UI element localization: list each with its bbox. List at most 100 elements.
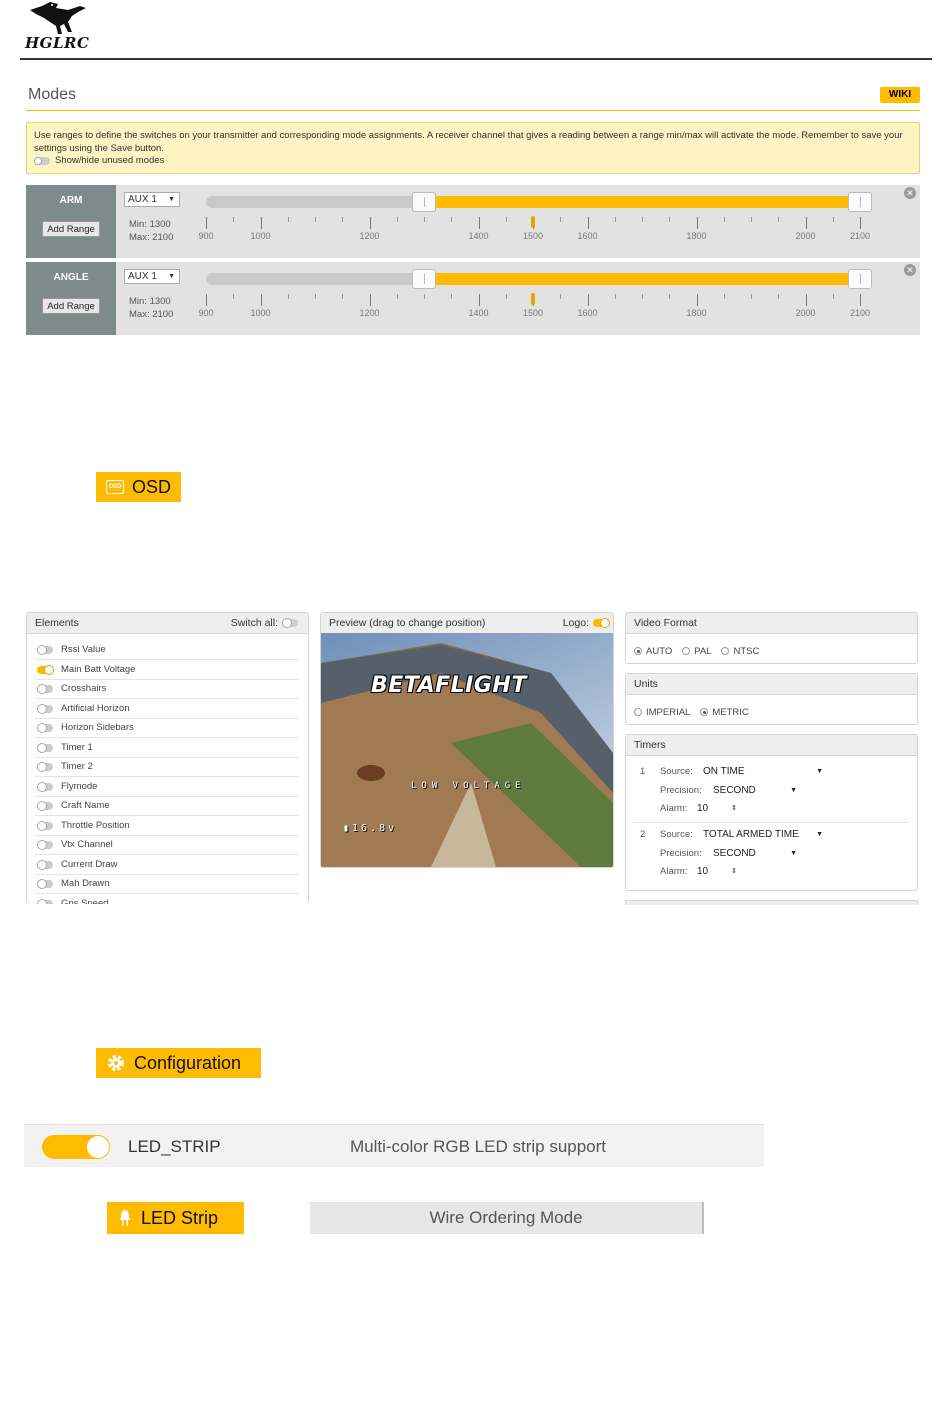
stepper-icon[interactable]: ⇕ bbox=[731, 865, 737, 879]
scale-minor-tick bbox=[751, 217, 752, 222]
osd-element-row: Timer 2 bbox=[35, 757, 299, 777]
scale-tick-label: 1200 bbox=[359, 231, 380, 241]
modes-info-box: Use ranges to define the switches on you… bbox=[26, 122, 920, 174]
add-range-button[interactable]: Add Range bbox=[42, 221, 100, 237]
scale-minor-tick bbox=[723, 294, 725, 299]
radio-icon[interactable] bbox=[634, 708, 642, 717]
timer-precision-select[interactable]: SECOND ▼ bbox=[710, 784, 801, 798]
stepper-icon[interactable]: ⇕ bbox=[731, 802, 737, 816]
timer-source-select[interactable]: TOTAL ARMED TIME ▼ bbox=[700, 828, 827, 842]
osd-element-toggle[interactable] bbox=[37, 645, 53, 655]
range-min-handle[interactable] bbox=[412, 269, 436, 289]
osd-element-toggle[interactable] bbox=[37, 820, 53, 831]
timer-alarm-input[interactable]: 10 ⇕ bbox=[694, 865, 741, 879]
scale-minor-tick bbox=[287, 217, 289, 222]
range-fill bbox=[424, 196, 860, 208]
osd-element-toggle[interactable] bbox=[37, 762, 53, 772]
voltage-value: 16.8v bbox=[352, 823, 398, 834]
osd-warning-text: LOW VOLTAGE bbox=[411, 781, 526, 791]
channel-value: AUX 1 bbox=[128, 271, 157, 282]
osd-element-row: Mah Drawn bbox=[35, 874, 299, 894]
scale-major-tick bbox=[369, 217, 371, 229]
osd-preview-panel: Preview (drag to change position) Logo: … bbox=[320, 612, 614, 868]
preview-header: Preview (drag to change position) Logo: bbox=[321, 613, 613, 634]
scale-tick-label: 900 bbox=[198, 231, 214, 241]
range-slider[interactable] bbox=[206, 192, 872, 212]
range-max-handle[interactable] bbox=[848, 269, 872, 289]
header-divider bbox=[20, 58, 932, 60]
scale-tick-label: 1400 bbox=[468, 308, 489, 318]
scale-minor-tick bbox=[315, 217, 316, 222]
osd-preview-canvas[interactable]: BETAFLIGHT LOW VOLTAGE ▮16.8v bbox=[321, 633, 613, 867]
tab-configuration[interactable]: Configuration bbox=[96, 1048, 261, 1078]
scale-major-tick bbox=[860, 217, 861, 229]
osd-element-toggle[interactable] bbox=[37, 801, 53, 811]
scale-tick-label: 1600 bbox=[577, 231, 598, 241]
osd-element-toggle[interactable] bbox=[37, 684, 53, 694]
video-format-option[interactable]: AUTO bbox=[634, 646, 672, 657]
osd-element-row: Craft Name bbox=[35, 796, 299, 816]
osd-element-toggle[interactable] bbox=[37, 879, 53, 889]
scale-minor-tick bbox=[669, 294, 671, 299]
add-range-button[interactable]: Add Range bbox=[42, 298, 100, 314]
switch-all-toggle[interactable] bbox=[282, 618, 298, 628]
osd-element-toggle[interactable] bbox=[37, 742, 53, 753]
osd-element-row: Throttle Position bbox=[35, 816, 299, 836]
osd-element-label: Craft Name bbox=[61, 800, 110, 811]
osd-element-toggle[interactable] bbox=[37, 859, 53, 870]
channel-position-marker bbox=[531, 216, 535, 228]
osd-element-label: Vtx Channel bbox=[61, 839, 113, 850]
scale-tick-label: 1500 bbox=[522, 308, 544, 318]
osd-element-toggle[interactable] bbox=[37, 898, 53, 904]
radio-icon[interactable] bbox=[634, 647, 642, 656]
osd-elements-panel: Elements Switch all: Rssi Value Main Batt… bbox=[26, 612, 309, 904]
scale-major-tick bbox=[805, 294, 807, 306]
range-slider[interactable] bbox=[206, 269, 872, 289]
osd-element-toggle[interactable] bbox=[37, 664, 54, 675]
radio-icon[interactable] bbox=[700, 708, 709, 717]
osd-element-toggle[interactable] bbox=[37, 703, 53, 714]
video-format-option[interactable]: NTSC bbox=[721, 646, 759, 657]
gear-icon bbox=[108, 1055, 124, 1071]
channel-select[interactable]: AUX 1 ▼ bbox=[124, 269, 180, 284]
range-max-handle[interactable] bbox=[848, 192, 872, 212]
timer-source-label: Source: bbox=[660, 766, 693, 777]
led-strip-toggle[interactable] bbox=[42, 1135, 110, 1159]
channel-select[interactable]: AUX 1 ▼ bbox=[124, 192, 180, 207]
chevron-down-icon: ▼ bbox=[168, 273, 175, 280]
range-minmax: Min: 1300 Max: 2100 bbox=[129, 218, 173, 244]
osd-element-label: Horizon Sidebars bbox=[61, 722, 134, 733]
timer-precision-select[interactable]: SECOND ▼ bbox=[710, 847, 801, 861]
wire-ordering-mode-button[interactable]: Wire Ordering Mode bbox=[310, 1202, 704, 1234]
video-format-option[interactable]: PAL bbox=[682, 646, 711, 657]
timer-alarm-input[interactable]: 10 ⇕ bbox=[694, 802, 741, 816]
osd-element-label: Timer 1 bbox=[61, 741, 93, 753]
logo-toggle[interactable] bbox=[593, 618, 610, 628]
units-option[interactable]: METRIC bbox=[700, 707, 749, 718]
mode-label-panel: ARM Add Range bbox=[26, 185, 116, 258]
osd-element-toggle[interactable] bbox=[37, 723, 53, 733]
scale-tick-label: 1000 bbox=[250, 231, 271, 241]
logo-toggle-label: Logo: bbox=[562, 617, 589, 629]
radio-icon[interactable] bbox=[682, 647, 691, 656]
osd-element-toggle[interactable] bbox=[37, 781, 53, 792]
preview-title: Preview (drag to change position) bbox=[329, 617, 486, 629]
show-unused-toggle[interactable] bbox=[34, 157, 50, 165]
remove-range-icon[interactable]: ✕ bbox=[904, 187, 916, 199]
osd-element-toggle[interactable] bbox=[37, 840, 53, 850]
logo-text: HGLRC bbox=[25, 34, 90, 52]
tab-osd[interactable]: OSD OSD bbox=[96, 472, 181, 502]
radio-icon[interactable] bbox=[721, 647, 730, 656]
osd-battery-voltage[interactable]: ▮16.8v bbox=[343, 823, 397, 834]
units-option[interactable]: IMPERIAL bbox=[634, 707, 690, 718]
range-min-handle[interactable] bbox=[412, 192, 436, 212]
wiki-button[interactable]: WIKI bbox=[880, 87, 920, 103]
remove-range-icon[interactable]: ✕ bbox=[904, 264, 916, 276]
scale-minor-tick bbox=[751, 294, 752, 299]
scale-tick-label: 1800 bbox=[686, 308, 707, 318]
timer-source-select[interactable]: ON TIME ▼ bbox=[700, 765, 827, 779]
scale-minor-tick bbox=[505, 294, 507, 299]
scale-minor-tick bbox=[342, 217, 344, 222]
scale-tick-label: 900 bbox=[198, 308, 214, 318]
tab-led-strip[interactable]: LED Strip bbox=[107, 1202, 244, 1234]
